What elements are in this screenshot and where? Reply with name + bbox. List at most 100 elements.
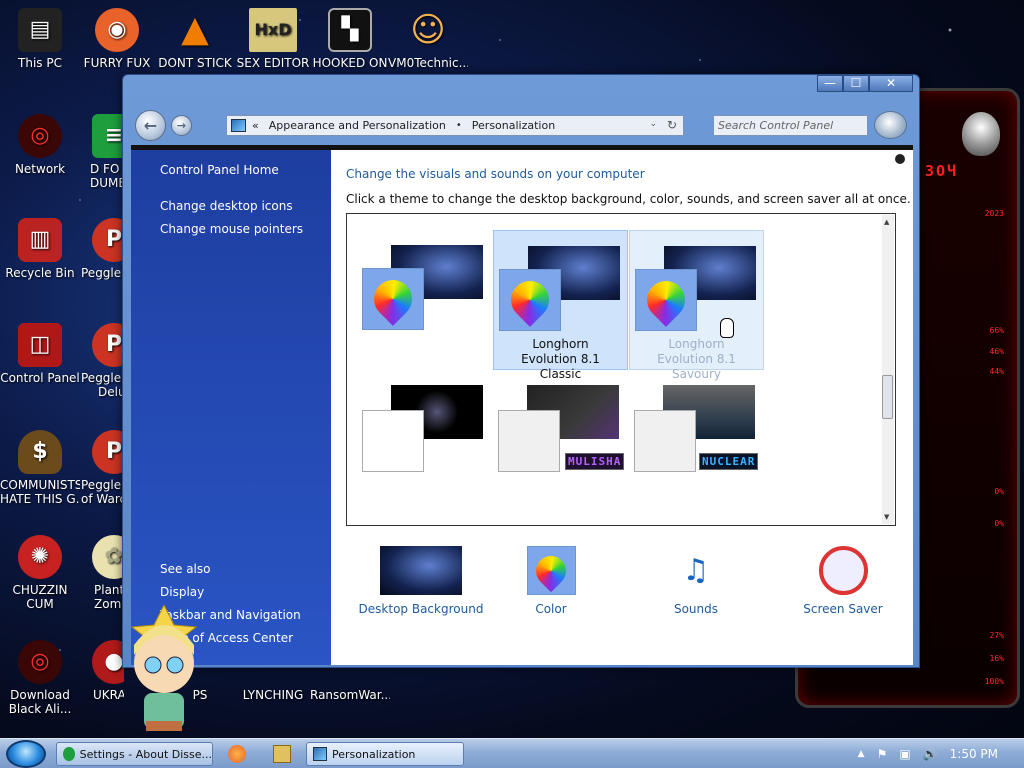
scrollbar-thumb[interactable] xyxy=(882,375,893,419)
desktop-icon-communists[interactable]: $ COMMUNISTS HATE THIS G... xyxy=(0,430,80,506)
vlc-cone-icon: ▲ xyxy=(181,9,209,50)
gadget-row: 0% xyxy=(994,519,1004,528)
desktop-icon-recycle-bin[interactable]: ▥ Recycle Bin xyxy=(0,218,80,280)
show-hidden-icons-button[interactable]: ▲ xyxy=(858,749,865,759)
desktop-icon-ransomware[interactable]: RansomWar... xyxy=(310,688,390,702)
desktop-icon-peggle-n[interactable]: P Peggle N Delu xyxy=(78,323,124,399)
search-button[interactable] xyxy=(874,111,907,139)
gadget-row: 0% xyxy=(994,487,1004,496)
theme-item-savoury[interactable]: Longhorn Evolution 8.1 Savoury xyxy=(629,230,764,381)
desktop-icon-hxd[interactable]: HxD SEX EDITOR xyxy=(233,8,313,70)
color-swatch-icon xyxy=(526,546,576,595)
chevron-down-icon[interactable]: ⌄ xyxy=(649,119,657,129)
desktop-icon-peggle-w[interactable]: P Peggle W of Warc xyxy=(78,430,124,506)
sounds-link[interactable]: ♫ Sounds xyxy=(651,546,741,616)
start-button[interactable] xyxy=(6,740,46,768)
maximize-button[interactable]: ☐ xyxy=(843,75,869,92)
gadget-row: 66% xyxy=(989,326,1004,335)
breadcrumb-appearance[interactable]: Appearance and Personalization xyxy=(269,119,446,132)
firefox-icon[interactable] xyxy=(228,745,246,763)
desktop-background-link[interactable]: Desktop Background xyxy=(356,546,486,616)
taskbar-task-personalization[interactable]: Personalization xyxy=(306,742,464,766)
desktop-icon-d-fo-dumb[interactable]: ≡ D FO DUMB xyxy=(78,114,124,190)
taskbar: Settings - About Disse... Personalizatio… xyxy=(0,738,1024,768)
control-panel-icon xyxy=(231,119,246,132)
chuzzle-icon: ✺ xyxy=(18,535,62,579)
desktop-icon-hooked-on[interactable]: ▚ HOOKED ON xyxy=(310,8,390,70)
theme-badge: MULISHA xyxy=(565,453,625,470)
taskbar-task-settings[interactable]: Settings - About Disse... xyxy=(56,742,213,766)
theme-color-swatch xyxy=(362,410,424,472)
firefox-icon: ◉ xyxy=(95,8,139,52)
link-change-mouse-pointers[interactable]: Change mouse pointers xyxy=(160,222,303,236)
computer-icon: ▤ xyxy=(18,8,62,52)
desktop-icon-this-pc[interactable]: ▤ This PC xyxy=(0,8,80,70)
cartoon-character-sticker xyxy=(130,605,198,731)
desktop-icon-lynching[interactable]: LYNCHING xyxy=(233,688,313,702)
gadget-row: 44% xyxy=(989,367,1004,376)
volume-icon[interactable]: 🔊 xyxy=(923,747,938,761)
navigation-bar: ← → « Appearance and Personalization • P… xyxy=(131,105,913,145)
link-change-desktop-icons[interactable]: Change desktop icons xyxy=(160,199,293,213)
color-fan-icon xyxy=(366,272,420,326)
theme-scrollbar[interactable]: ▲ ▼ xyxy=(882,215,894,524)
system-tray: ▲ ⚑ ▣ 🔊 1:50 PM xyxy=(858,739,1024,768)
control-panel-icon xyxy=(313,747,327,761)
control-panel-icon: ◫ xyxy=(18,323,62,367)
desktop-icon-network[interactable]: ◎ Network xyxy=(0,114,80,176)
link-display[interactable]: Display xyxy=(160,585,204,599)
desktop-icon-firefox[interactable]: ◉ FURRY FUX xyxy=(77,8,157,70)
address-chevron[interactable]: « xyxy=(252,119,259,132)
screen-saver-icon xyxy=(818,546,868,595)
forward-button[interactable]: → xyxy=(171,115,192,136)
settings-app-icon xyxy=(63,747,75,761)
window-controls: — ☐ ✕ xyxy=(817,75,913,92)
desktop-icon-vlc[interactable]: ▲ DONT STICK xyxy=(155,8,235,71)
folder-icon[interactable] xyxy=(273,745,291,763)
theme-item-classic[interactable]: Longhorn Evolution 8.1 Classic xyxy=(493,230,628,381)
color-link[interactable]: Color xyxy=(516,546,586,616)
back-button[interactable]: ← xyxy=(135,110,166,141)
alien-head-icon[interactable] xyxy=(962,112,1000,156)
minimize-button[interactable]: — xyxy=(817,75,843,92)
desktop-icon-download-black-ali[interactable]: ◎ Download Black Ali... xyxy=(0,640,80,716)
refresh-icon[interactable]: ↻ xyxy=(667,118,677,132)
link-control-panel-home[interactable]: Control Panel Home xyxy=(160,163,279,177)
wallpaper-thumbnail xyxy=(380,546,462,595)
theme-item[interactable] xyxy=(357,370,492,480)
color-fan-icon xyxy=(503,273,557,327)
address-bar[interactable]: « Appearance and Personalization • Perso… xyxy=(226,115,684,136)
close-button[interactable]: ✕ xyxy=(869,75,913,92)
theme-item[interactable]: MULISHA xyxy=(493,370,628,480)
theme-item[interactable]: NUCLEAR xyxy=(629,370,764,480)
color-fan-icon xyxy=(639,273,693,327)
theme-color-swatch xyxy=(634,410,696,472)
help-icon[interactable] xyxy=(895,154,905,164)
search-input[interactable]: Search Control Panel xyxy=(713,115,868,136)
theme-color-swatch xyxy=(635,269,697,331)
screen-saver-link[interactable]: Screen Saver xyxy=(793,546,893,616)
peggle-icon: P xyxy=(92,430,124,474)
see-also-heading: See also xyxy=(160,562,211,576)
desktop-icon-chuzzin[interactable]: ✺ CHUZZIN CUM xyxy=(0,535,80,611)
clock[interactable]: 1:50 PM xyxy=(950,747,998,761)
maze-icon: ▚ xyxy=(328,8,372,52)
breadcrumb-personalization[interactable]: Personalization xyxy=(472,119,555,132)
desktop-icon-vm0technic[interactable]: ☺ VM0Technic... xyxy=(388,8,468,70)
mouse-cursor xyxy=(720,318,734,338)
desktop-icon-control-panel[interactable]: ◫ Control Panel xyxy=(0,323,80,385)
flower-icon: ✿ xyxy=(92,535,124,579)
theme-color-swatch xyxy=(499,269,561,331)
scroll-down-button[interactable]: ▼ xyxy=(884,513,889,521)
desktop-icon-peggle-d[interactable]: P Peggle D xyxy=(78,218,124,280)
theme-item[interactable] xyxy=(357,230,492,370)
peggle-icon: P xyxy=(92,218,124,262)
network-icon[interactable]: ▣ xyxy=(899,747,910,761)
page-subheading: Click a theme to change the desktop back… xyxy=(346,192,911,206)
personalization-window: — ☐ ✕ ← → « Appearance and Personalizati… xyxy=(122,74,920,668)
scroll-up-button[interactable]: ▲ xyxy=(884,218,889,226)
flag-icon[interactable]: ⚑ xyxy=(877,747,888,761)
desktop-icon-plants[interactable]: ✿ Plants Zomb xyxy=(78,535,124,611)
theme-badge: NUCLEAR xyxy=(699,453,759,470)
content-pane: Change the visuals and sounds on your co… xyxy=(331,150,913,665)
